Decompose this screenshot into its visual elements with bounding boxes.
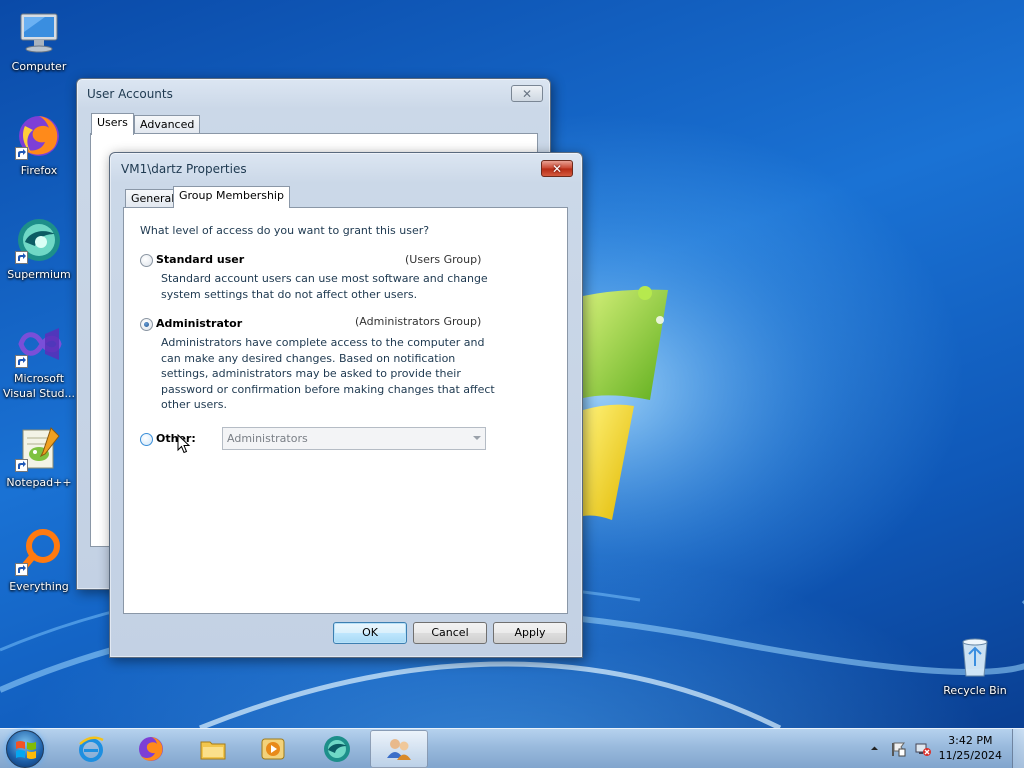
mouse-cursor-icon (177, 434, 191, 454)
chevron-down-icon[interactable] (473, 436, 481, 440)
tab-group-membership[interactable]: Group Membership (173, 186, 290, 208)
clock-time: 3:42 PM (948, 734, 993, 747)
computer-icon (20, 13, 58, 53)
network-icon-button[interactable] (914, 741, 932, 760)
desktop: Computer Firefox Supermium Microsoft Vis… (0, 0, 1024, 728)
user-accounts-icon (387, 739, 411, 760)
other-group-combobox[interactable]: Administrators (222, 427, 486, 450)
action-center-flag-icon (892, 742, 906, 757)
administrator-description: Administrators have complete access to t… (161, 336, 495, 411)
desktop-icon-supermium[interactable]: Supermium (1, 216, 77, 282)
shortcut-arrow-icon (15, 251, 28, 264)
desktop-icon-everything[interactable]: Everything (1, 528, 77, 594)
shortcut-arrow-icon (15, 147, 28, 160)
other-radio[interactable] (140, 433, 153, 446)
window-title: VM1\dartz Properties (121, 162, 247, 176)
desktop-icon-label: Everything (9, 580, 69, 593)
clock-date: 11/25/2024 (938, 749, 1002, 762)
desktop-icon-computer[interactable]: Computer (1, 8, 77, 74)
administrators-group-label: (Administrators Group) (355, 315, 482, 328)
desktop-icon-label: Microsoft Visual Stud... (2, 372, 76, 400)
taskbar-media-player[interactable] (244, 730, 302, 768)
ok-button[interactable]: OK (333, 622, 407, 644)
administrator-radio[interactable] (140, 318, 153, 331)
taskbar-user-accounts[interactable] (370, 730, 428, 768)
desktop-icon-notepad-plus-plus[interactable]: Notepad++ (1, 424, 77, 490)
window-title: User Accounts (87, 87, 173, 101)
combobox-value: Administrators (227, 432, 308, 445)
chevron-up-icon (871, 746, 878, 750)
shortcut-arrow-icon (15, 459, 28, 472)
shortcut-arrow-icon (15, 355, 28, 368)
desktop-icon-recycle-bin[interactable]: Recycle Bin (937, 632, 1013, 698)
user-properties-dialog[interactable]: VM1\dartz Properties ✕ General Group Mem… (109, 152, 583, 658)
desktop-icon-visual-studio[interactable]: Microsoft Visual Stud... (1, 320, 77, 401)
standard-user-label[interactable]: Standard user (156, 253, 244, 266)
standard-user-description: Standard account users can use most soft… (161, 272, 488, 301)
taskbar-firefox[interactable] (122, 730, 180, 768)
desktop-icon-label: Notepad++ (6, 476, 72, 489)
taskbar-internet-explorer[interactable] (62, 730, 120, 768)
action-center-icon-button[interactable] (890, 741, 906, 760)
group-membership-panel: What level of access do you want to gran… (123, 207, 568, 614)
desktop-icon-label: Computer (11, 60, 67, 73)
recycle-bin-icon (962, 638, 988, 677)
desktop-icon-firefox[interactable]: Firefox (1, 112, 77, 178)
supermium-icon (324, 736, 350, 762)
access-question: What level of access do you want to gran… (140, 224, 430, 237)
firefox-icon (139, 737, 163, 761)
standard-user-radio[interactable] (140, 254, 153, 267)
internet-explorer-icon (79, 736, 104, 762)
taskbar-file-explorer[interactable] (184, 730, 242, 768)
cancel-button[interactable]: Cancel (413, 622, 487, 644)
taskbar: 3:42 PM 11/25/2024 (0, 728, 1024, 768)
close-button[interactable]: ✕ (511, 85, 543, 102)
users-group-label: (Users Group) (405, 253, 482, 266)
taskbar-supermium[interactable] (308, 730, 366, 768)
shortcut-arrow-icon (15, 563, 28, 576)
file-explorer-icon (200, 741, 226, 760)
network-disconnected-icon (915, 743, 931, 756)
close-icon: ✕ (521, 86, 533, 101)
clock[interactable]: 3:42 PM 11/25/2024 (939, 733, 1002, 763)
start-button[interactable] (6, 730, 44, 768)
tab-users[interactable]: Users (91, 113, 134, 135)
tab-advanced[interactable]: Advanced (134, 115, 201, 135)
media-player-icon (261, 738, 285, 760)
desktop-icon-label: Supermium (7, 268, 71, 281)
show-hidden-icons-button[interactable] (870, 743, 879, 756)
apply-button[interactable]: Apply (493, 622, 567, 644)
close-button[interactable]: ✕ (541, 160, 573, 177)
show-desktop-button[interactable] (1012, 729, 1024, 768)
administrator-label[interactable]: Administrator (156, 317, 242, 330)
close-icon: ✕ (551, 161, 563, 176)
windows-logo-icon (16, 741, 36, 759)
desktop-icon-label: Firefox (20, 164, 58, 177)
desktop-icon-label: Recycle Bin (943, 684, 1007, 697)
